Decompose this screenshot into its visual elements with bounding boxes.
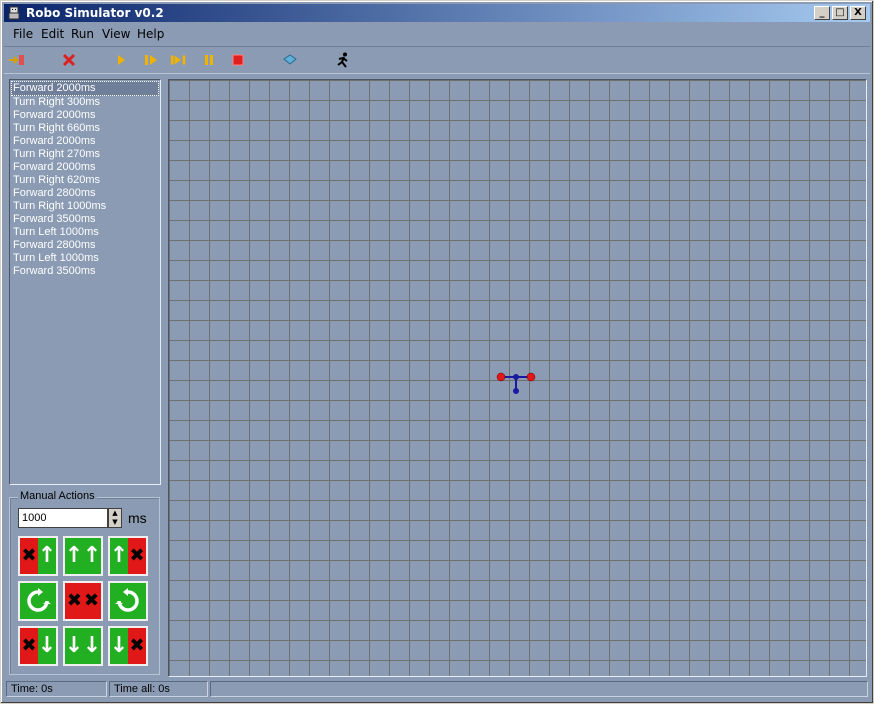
menu-edit[interactable]: Edit (41, 27, 64, 41)
list-item[interactable]: Forward 3500ms (10, 265, 160, 278)
list-item[interactable]: Turn Right 1000ms (10, 200, 160, 213)
status-time: Time: 0s (6, 681, 107, 697)
stop-motor-icon: ✖ (21, 635, 37, 656)
list-item[interactable]: Turn Right 660ms (10, 122, 160, 135)
duration-spinner[interactable]: ▲ ▼ (108, 508, 122, 528)
step-end-icon[interactable] (170, 51, 188, 69)
stop-icon[interactable] (229, 51, 247, 69)
stop-motor-icon: ✖ (84, 590, 100, 611)
title-bar: Robo Simulator v0.2 _ □ X (4, 4, 870, 22)
import-icon[interactable] (8, 51, 26, 69)
arrow-down-icon: ↓ (37, 633, 57, 658)
backward-right-button[interactable]: ✖ ↓ (18, 626, 58, 666)
stop-motor-icon: ✖ (129, 635, 145, 656)
list-item[interactable]: Turn Right 620ms (10, 174, 160, 187)
rotate-right-button[interactable] (108, 581, 148, 621)
forward-button[interactable]: ↑ ↑ (63, 536, 103, 576)
arrow-up-icon: ↑ (37, 543, 57, 568)
stop-motor-icon: ✖ (129, 545, 145, 566)
arrow-up-icon: ↑ (82, 543, 102, 568)
list-item[interactable]: Turn Right 270ms (10, 148, 160, 161)
arrow-up-icon: ↑ (64, 543, 84, 568)
stop-button[interactable]: ✖ ✖ (63, 581, 103, 621)
backward-button[interactable]: ↓ ↓ (63, 626, 103, 666)
app-window: Robo Simulator v0.2 _ □ X File Edit Run … (0, 0, 874, 704)
backward-left-button[interactable]: ↓ ✖ (108, 626, 148, 666)
list-item[interactable]: Forward 2800ms (10, 239, 160, 252)
minimize-button[interactable]: _ (814, 6, 830, 20)
list-item[interactable]: Turn Left 1000ms (10, 226, 160, 239)
toolbar (4, 46, 870, 74)
status-time-all: Time all: 0s (109, 681, 208, 697)
pause-icon[interactable] (200, 51, 218, 69)
arrow-up-icon: ↑ (109, 543, 129, 568)
status-extra (210, 681, 868, 697)
runner-icon[interactable] (334, 51, 352, 69)
robot-app-icon (8, 6, 20, 20)
book-icon[interactable] (281, 51, 299, 69)
list-item[interactable]: Forward 2000ms (10, 109, 160, 122)
list-item[interactable]: Turn Left 1000ms (10, 252, 160, 265)
arrow-down-icon: ↓ (64, 633, 84, 658)
command-list[interactable]: Forward 2000ms Turn Right 300ms Forward … (9, 79, 161, 485)
list-item[interactable]: Turn Right 300ms (10, 96, 160, 109)
menu-bar: File Edit Run View Help (4, 24, 870, 44)
duration-unit-label: ms (128, 510, 147, 526)
menu-file[interactable]: File (13, 27, 33, 41)
manual-actions-legend: Manual Actions (18, 490, 97, 502)
robot-icon (496, 372, 536, 394)
arrow-down-icon: ↓ (82, 633, 102, 658)
list-item[interactable]: Forward 2800ms (10, 187, 160, 200)
rotate-cw-icon (115, 588, 139, 612)
forward-left-button[interactable]: ↑ ✖ (108, 536, 148, 576)
list-item[interactable]: Forward 2000ms (10, 135, 160, 148)
list-item[interactable]: Forward 2000ms (10, 161, 160, 174)
rotate-left-button[interactable] (18, 581, 58, 621)
play-icon[interactable] (112, 51, 130, 69)
status-bar: Time: 0s Time all: 0s (4, 679, 870, 699)
delete-icon[interactable] (60, 51, 78, 69)
maximize-button[interactable]: □ (832, 6, 848, 20)
stop-motor-icon: ✖ (66, 590, 82, 611)
list-item[interactable]: Forward 3500ms (10, 213, 160, 226)
duration-input[interactable]: 1000 (18, 508, 108, 528)
menu-view[interactable]: View (102, 27, 130, 41)
forward-right-button[interactable]: ✖ ↑ (18, 536, 58, 576)
stop-motor-icon: ✖ (21, 545, 37, 566)
close-button[interactable]: X (850, 6, 866, 20)
rotate-ccw-icon (27, 588, 51, 612)
step-icon[interactable] (142, 51, 160, 69)
spin-up-icon[interactable]: ▲ (109, 509, 121, 518)
list-item[interactable]: Forward 2000ms (11, 81, 159, 96)
window-title: Robo Simulator v0.2 (26, 6, 164, 20)
arrow-down-icon: ↓ (109, 633, 129, 658)
manual-actions-group: Manual Actions 1000 ▲ ▼ ms ✖ ↑ ↑ ↑ ↑ ✖ ✖… (9, 490, 160, 675)
simulation-canvas[interactable] (168, 79, 867, 677)
spin-down-icon[interactable]: ▼ (109, 518, 121, 527)
menu-run[interactable]: Run (71, 27, 94, 41)
menu-help[interactable]: Help (137, 27, 164, 41)
